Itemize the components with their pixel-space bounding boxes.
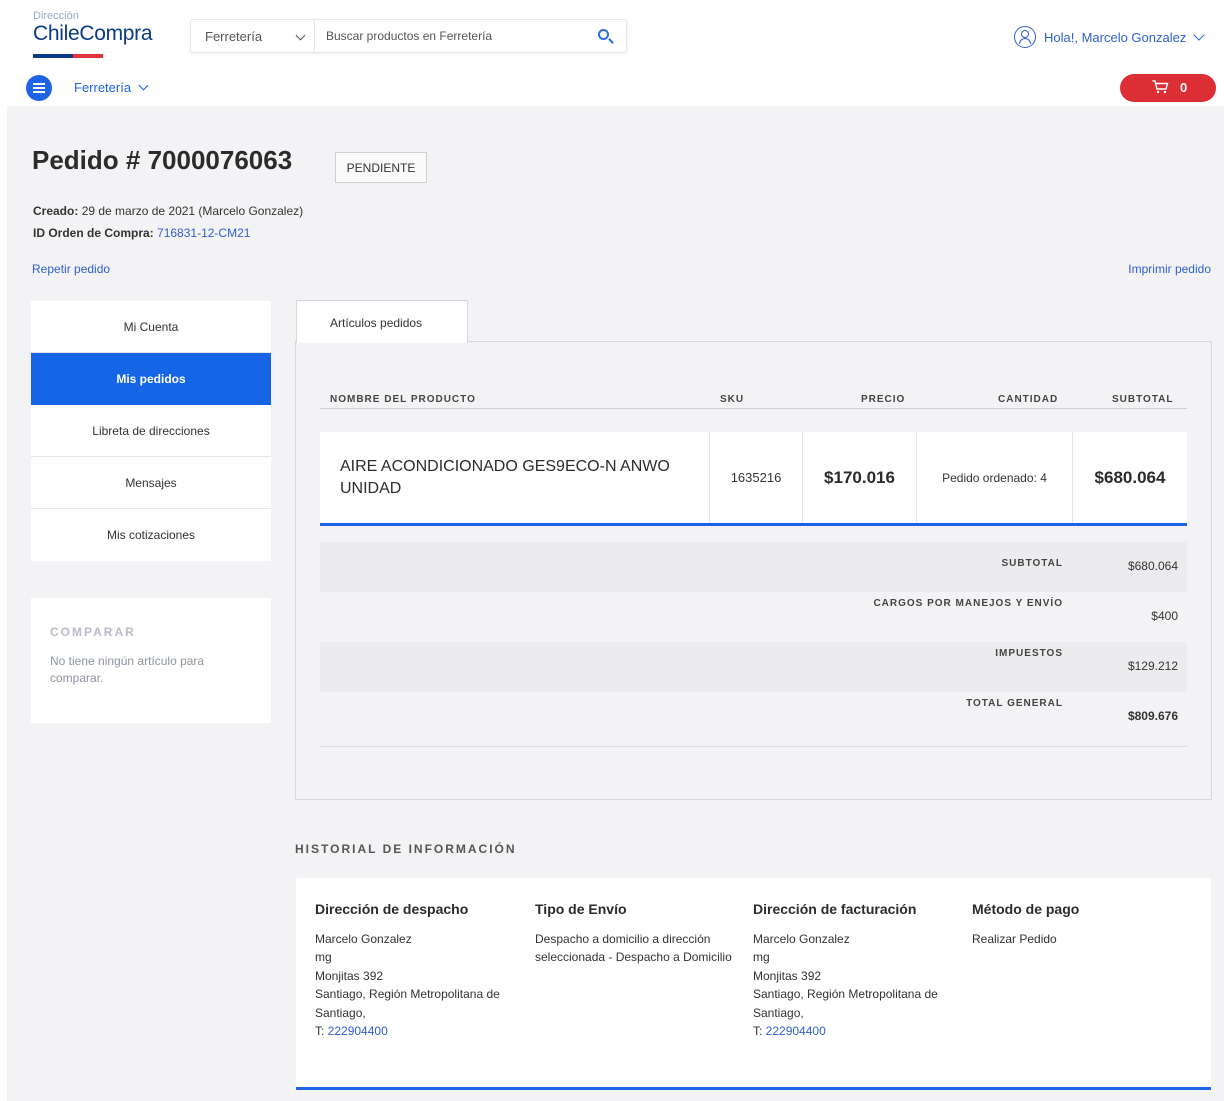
totals-label: SUBTOTAL — [1001, 558, 1063, 569]
hamburger-menu-icon[interactable] — [26, 75, 52, 101]
print-order-link[interactable]: Imprimir pedido — [1128, 262, 1211, 276]
compare-empty-text: No tiene ningún artículo para comparar. — [50, 654, 205, 685]
phone-line: T: 222904400 — [753, 1022, 958, 1040]
product-subtotal: $680.064 — [1094, 467, 1166, 487]
address-line: Monjitas 392 — [753, 968, 822, 983]
chilecompra-logo[interactable]: Dirección ChileCompra — [33, 10, 173, 62]
phone-link[interactable]: 222904400 — [766, 1024, 826, 1038]
chevron-down-icon — [1193, 28, 1206, 41]
col-header-name: NOMBRE DEL PRODUCTO — [330, 394, 476, 405]
phone-line: T: 222904400 — [315, 1022, 520, 1040]
po-label: ID Orden de Compra: — [33, 226, 154, 240]
shipping-address-heading: Dirección de despacho — [315, 901, 469, 917]
product-name: AIRE ACONDICIONADO GES9ECO-N ANWO UNIDAD — [320, 432, 710, 523]
totals-value: $400 — [1151, 609, 1178, 623]
cart-icon — [1152, 80, 1169, 94]
shipping-type-line: seleccionada - Despacho a Domicilio — [535, 950, 732, 965]
product-price: $170.016 — [803, 432, 917, 523]
phone-prefix: T: — [315, 1024, 328, 1039]
totals-value: $809.676 — [1127, 709, 1178, 723]
order-created: Creado: 29 de marzo de 2021 (Marcelo Gon… — [33, 204, 303, 218]
totals-row-taxes: IMPUESTOS $129.212 — [320, 642, 1187, 692]
address-line: Santiago, — [315, 1005, 366, 1020]
category-nav-dropdown[interactable]: Ferretería — [74, 80, 149, 95]
user-menu[interactable]: Hola!, Marcelo Gonzalez — [1014, 25, 1206, 49]
sidebar-item-mis-pedidos[interactable]: Mis pedidos — [31, 353, 271, 405]
product-sku: 1635216 — [710, 432, 803, 523]
totals-label: IMPUESTOS — [995, 648, 1063, 659]
logo-small-text: Dirección — [33, 10, 79, 22]
search-bar: Ferretería — [190, 19, 627, 53]
address-line: Monjitas 392 — [315, 968, 384, 983]
sidebar-item-mis-cotizaciones[interactable]: Mis cotizaciones — [31, 509, 271, 561]
page-title: Pedido # 7000076063 — [32, 145, 293, 175]
compare-title: COMPARAR — [50, 625, 136, 639]
billing-address-heading: Dirección de facturación — [753, 901, 917, 917]
history-title: HISTORIAL DE INFORMACIÓN — [295, 842, 517, 856]
payment-method-value: Realizar Pedido — [972, 932, 1057, 946]
col-header-sku: SKU — [720, 394, 745, 405]
compare-widget: COMPARAR No tiene ningún artículo para c… — [31, 598, 271, 723]
billing-address-section: Dirección de facturación Marcelo Gonzale… — [753, 901, 958, 1040]
address-line: Marcelo Gonzalez — [315, 932, 412, 946]
chevron-down-icon — [295, 30, 306, 41]
address-line: Santiago, — [753, 1005, 804, 1020]
logo-big-text: ChileCompra — [33, 22, 153, 45]
user-avatar-icon — [1014, 26, 1036, 48]
shipping-address-section: Dirección de despacho Marcelo Gonzalez m… — [315, 901, 520, 1040]
sidebar-item-mi-cuenta[interactable]: Mi Cuenta — [31, 301, 271, 353]
search-category-select[interactable]: Ferretería — [191, 20, 315, 52]
category-nav-label: Ferretería — [74, 80, 132, 95]
address-line: Santiago, Región Metropolitana de — [753, 987, 938, 1002]
sidebar-item-libreta-direcciones[interactable]: Libreta de direcciones — [31, 405, 271, 457]
created-label: Creado: — [33, 204, 79, 218]
totals-label: CARGOS POR MANEJOS Y ENVÍO — [873, 598, 1063, 609]
tab-articulos-pedidos[interactable]: Artículos pedidos — [296, 300, 468, 343]
address-line: mg — [753, 950, 770, 965]
site-header: Dirección ChileCompra Ferretería Hola!, … — [0, 0, 1224, 106]
order-po: ID Orden de Compra: 716831-12-CM21 — [33, 226, 250, 240]
search-input[interactable] — [315, 20, 586, 52]
totals-row-shipping: CARGOS POR MANEJOS Y ENVÍO $400 — [320, 592, 1187, 642]
table-row: AIRE ACONDICIONADO GES9ECO-N ANWO UNIDAD… — [320, 432, 1187, 526]
totals-row-grand-total: TOTAL GENERAL $809.676 — [320, 692, 1187, 742]
cart-button[interactable]: 0 — [1120, 74, 1216, 102]
user-greeting: Hola!, Marcelo Gonzalez — [1044, 29, 1187, 45]
created-value: 29 de marzo de 2021 (Marcelo Gonzalez) — [81, 204, 304, 218]
search-category-label: Ferretería — [205, 28, 263, 44]
search-icon[interactable] — [586, 20, 626, 52]
address-line: mg — [315, 950, 332, 965]
logo-flag-bar — [33, 54, 103, 58]
address-line: Santiago, Región Metropolitana de — [315, 987, 500, 1002]
header-divider — [320, 408, 1187, 409]
totals-label: TOTAL GENERAL — [966, 698, 1063, 709]
product-quantity: Pedido ordenado: 4 — [917, 432, 1073, 523]
phone-link[interactable]: 222904400 — [328, 1024, 388, 1038]
po-link[interactable]: 716831-12-CM21 — [157, 226, 250, 240]
sidebar-item-mensajes[interactable]: Mensajes — [31, 457, 271, 509]
shipping-type-heading: Tipo de Envío — [535, 901, 627, 917]
chevron-down-icon — [138, 80, 149, 91]
repeat-order-link[interactable]: Repetir pedido — [32, 262, 110, 276]
status-badge: PENDIENTE — [335, 152, 427, 183]
cart-count: 0 — [1180, 80, 1188, 95]
totals-value: $129.212 — [1127, 659, 1178, 673]
totals-divider — [320, 746, 1187, 747]
shipping-type-line: Despacho a domicilio a dirección — [535, 932, 711, 946]
col-header-subtotal: SUBTOTAL — [1112, 394, 1174, 405]
col-header-price: PRECIO — [861, 394, 906, 405]
payment-method-section: Método de pago Realizar Pedido — [972, 901, 1177, 948]
col-header-qty: CANTIDAD — [998, 394, 1059, 405]
payment-method-heading: Método de pago — [972, 901, 1080, 917]
address-line: Marcelo Gonzalez — [753, 932, 850, 946]
totals-row-subtotal: SUBTOTAL $680.064 — [320, 542, 1187, 592]
account-sidebar: Mi Cuenta Mis pedidos Libreta de direcci… — [31, 301, 271, 561]
shipping-type-section: Tipo de Envío Despacho a domicilio a dir… — [535, 901, 740, 967]
phone-prefix: T: — [753, 1024, 766, 1039]
totals-value: $680.064 — [1127, 559, 1178, 573]
